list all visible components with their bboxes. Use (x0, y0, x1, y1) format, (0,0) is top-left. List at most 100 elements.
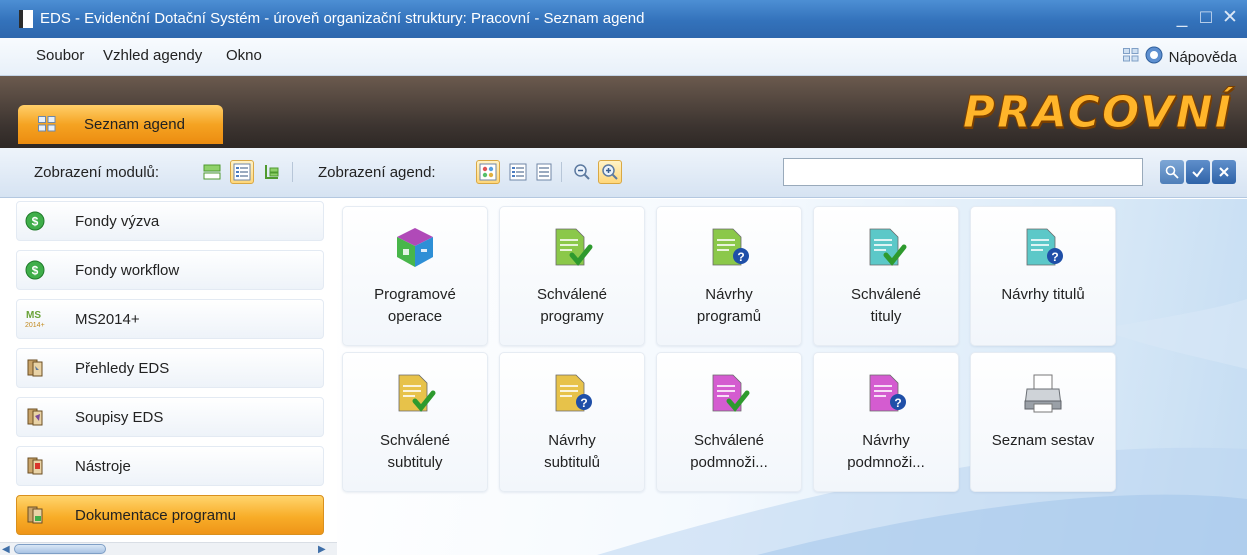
toolbar-separator (561, 162, 562, 182)
tile-label: Návrhy programů (696, 286, 762, 325)
close-button[interactable]: ✕ (1219, 7, 1241, 29)
title-bar[interactable]: EDS - Evidenční Dotační Systém - úroveň … (0, 0, 1247, 38)
search-icon (1165, 165, 1179, 179)
tab-seznam-agend[interactable]: Seznam agend (18, 105, 223, 144)
agenda-tile-programove-operace[interactable]: Programové operace (342, 206, 488, 346)
view-list-icon (509, 163, 527, 181)
sidebar-item-label: Fondy výzva (75, 212, 160, 230)
search-input[interactable] (783, 158, 1143, 186)
program-cube-icon (393, 225, 437, 269)
scrollbar-thumb[interactable] (14, 544, 106, 554)
sidebar-item-soupisy-eds[interactable]: Soupisy EDS (16, 397, 324, 437)
svg-text:$: $ (32, 264, 39, 278)
sidebar-item-label: Dokumentace programu (75, 506, 236, 524)
agenda-view-icons-button[interactable] (476, 160, 500, 184)
module-view-list-button[interactable] (230, 160, 254, 184)
agenda-panel: Programové operace Schválené programy? Náv… (337, 199, 1247, 555)
tile-label: Schválené subtituly (379, 432, 451, 471)
view-bars-icon (203, 164, 221, 180)
printer-icon (1021, 371, 1065, 415)
view-icons-icon (479, 163, 497, 181)
sidebar-item-p-ehledy-eds[interactable]: Přehledy EDS (16, 348, 324, 388)
agenda-tile-navrhy-subtitulu[interactable]: ? Návrhy subtitulů (499, 352, 645, 492)
minimize-button[interactable]: _ (1171, 7, 1193, 29)
zoom-out-icon (574, 164, 590, 180)
view-tree-icon (265, 165, 279, 179)
svg-text:?: ? (580, 396, 587, 410)
svg-text:MS: MS (26, 310, 41, 321)
agenda-tile-navrhy-podmnozi[interactable]: ? Návrhy podmnoži... (813, 352, 959, 492)
view-toolbar: Zobrazení modulů: Zobrazení agend: (0, 148, 1247, 198)
agenda-tile-navrhy-programu[interactable]: ? Návrhy programů (656, 206, 802, 346)
agenda-tile-schvalene-programy[interactable]: Schválené programy (499, 206, 645, 346)
close-icon (1219, 167, 1229, 177)
menu-soubor[interactable]: Soubor (36, 47, 84, 64)
module-view-tree-button[interactable] (260, 160, 284, 184)
scroll-left-arrow-icon[interactable]: ◀ (2, 544, 10, 555)
tile-label: Schválené tituly (850, 286, 922, 325)
ms2014-logo-icon: MS 2014+ (24, 308, 46, 330)
agenda-tile-schvalene-podmnozi[interactable]: Schválené podmnoži... (656, 352, 802, 492)
layout-grid-icon[interactable] (1122, 48, 1139, 66)
agenda-tile-schvalene-subtituly[interactable]: Schválené subtituly (342, 352, 488, 492)
sidebar-item-fondy-v-zva[interactable]: $ Fondy výzva (16, 201, 324, 241)
search-confirm-button[interactable] (1186, 160, 1210, 184)
draft-doc-icon: ? (707, 225, 751, 269)
tile-label: Programové operace (374, 286, 456, 325)
search-clear-button[interactable] (1212, 160, 1236, 184)
sidebar-item-ms2014[interactable]: MS 2014+ MS2014+ (16, 299, 324, 339)
search-filter-button[interactable] (1160, 160, 1184, 184)
tile-label: Schválené programy (536, 286, 608, 325)
sidebar-item-label: Přehledy EDS (75, 359, 170, 377)
overview-book-icon (24, 357, 46, 379)
help-area: Nápověda (1122, 46, 1237, 68)
approved-doc-icon (707, 371, 751, 415)
zoom-out-button[interactable] (570, 160, 594, 184)
sidebar-item-n-stroje[interactable]: Nástroje (16, 446, 324, 486)
money-coin-icon: $ (24, 210, 46, 232)
tools-book-icon (24, 455, 46, 477)
modules-view-label: Zobrazení modulů: (34, 164, 160, 181)
menu-okno[interactable]: Okno (226, 47, 262, 64)
svg-text:?: ? (1051, 250, 1058, 264)
approved-doc-icon (550, 225, 594, 269)
tile-label: Návrhy subtitulů (544, 432, 600, 471)
zoom-in-button[interactable] (598, 160, 622, 184)
module-view-tiles-button[interactable] (200, 160, 224, 184)
svg-text:?: ? (737, 250, 744, 264)
environment-brand: PRACOVNÍ (962, 87, 1233, 138)
list-book-icon (24, 406, 46, 428)
view-list-icon (233, 163, 251, 181)
agenda-tile-seznam-sestav[interactable]: Seznam sestav (970, 352, 1116, 492)
help-icon[interactable] (1145, 46, 1163, 68)
agenda-tile-navrhy-titulu[interactable]: ? Návrhy titulů (970, 206, 1116, 346)
horizontal-scrollbar[interactable]: ◀ ▶ (0, 542, 337, 555)
sidebar-item-fondy-workflow[interactable]: $ Fondy workflow (16, 250, 324, 290)
svg-text:?: ? (894, 396, 901, 410)
sidebar-item-dokumentace-programu[interactable]: Dokumentace programu (16, 495, 324, 535)
menu-vzhled-agendy[interactable]: Vzhled agendy (103, 47, 202, 64)
draft-doc-icon: ? (864, 371, 908, 415)
agendas-view-label: Zobrazení agend: (318, 164, 436, 181)
agenda-view-details-button[interactable] (532, 160, 556, 184)
approved-doc-icon (864, 225, 908, 269)
agenda-view-list-button[interactable] (506, 160, 530, 184)
tile-label: Návrhy podmnoži... (847, 432, 925, 471)
check-icon (1192, 167, 1204, 178)
svg-text:2014+: 2014+ (25, 322, 45, 329)
sidebar-item-label: MS2014+ (75, 310, 140, 328)
scroll-right-arrow-icon[interactable]: ▶ (318, 544, 326, 555)
agenda-tile-schvalene-tituly[interactable]: Schválené tituly (813, 206, 959, 346)
tile-label: Schválené podmnoži... (690, 432, 768, 471)
window-title: EDS - Evidenční Dotační Systém - úroveň … (40, 10, 645, 27)
sidebar-item-label: Fondy workflow (75, 261, 180, 279)
svg-text:$: $ (32, 215, 39, 229)
help-link[interactable]: Nápověda (1169, 49, 1237, 66)
view-details-icon (536, 163, 552, 181)
toolbar-separator (292, 162, 293, 182)
tab-grid-icon (38, 116, 56, 135)
approved-doc-icon (393, 371, 437, 415)
maximize-button[interactable]: □ (1195, 7, 1217, 29)
money-coin-icon: $ (24, 259, 46, 281)
tile-label: Návrhy titulů (1001, 286, 1085, 303)
